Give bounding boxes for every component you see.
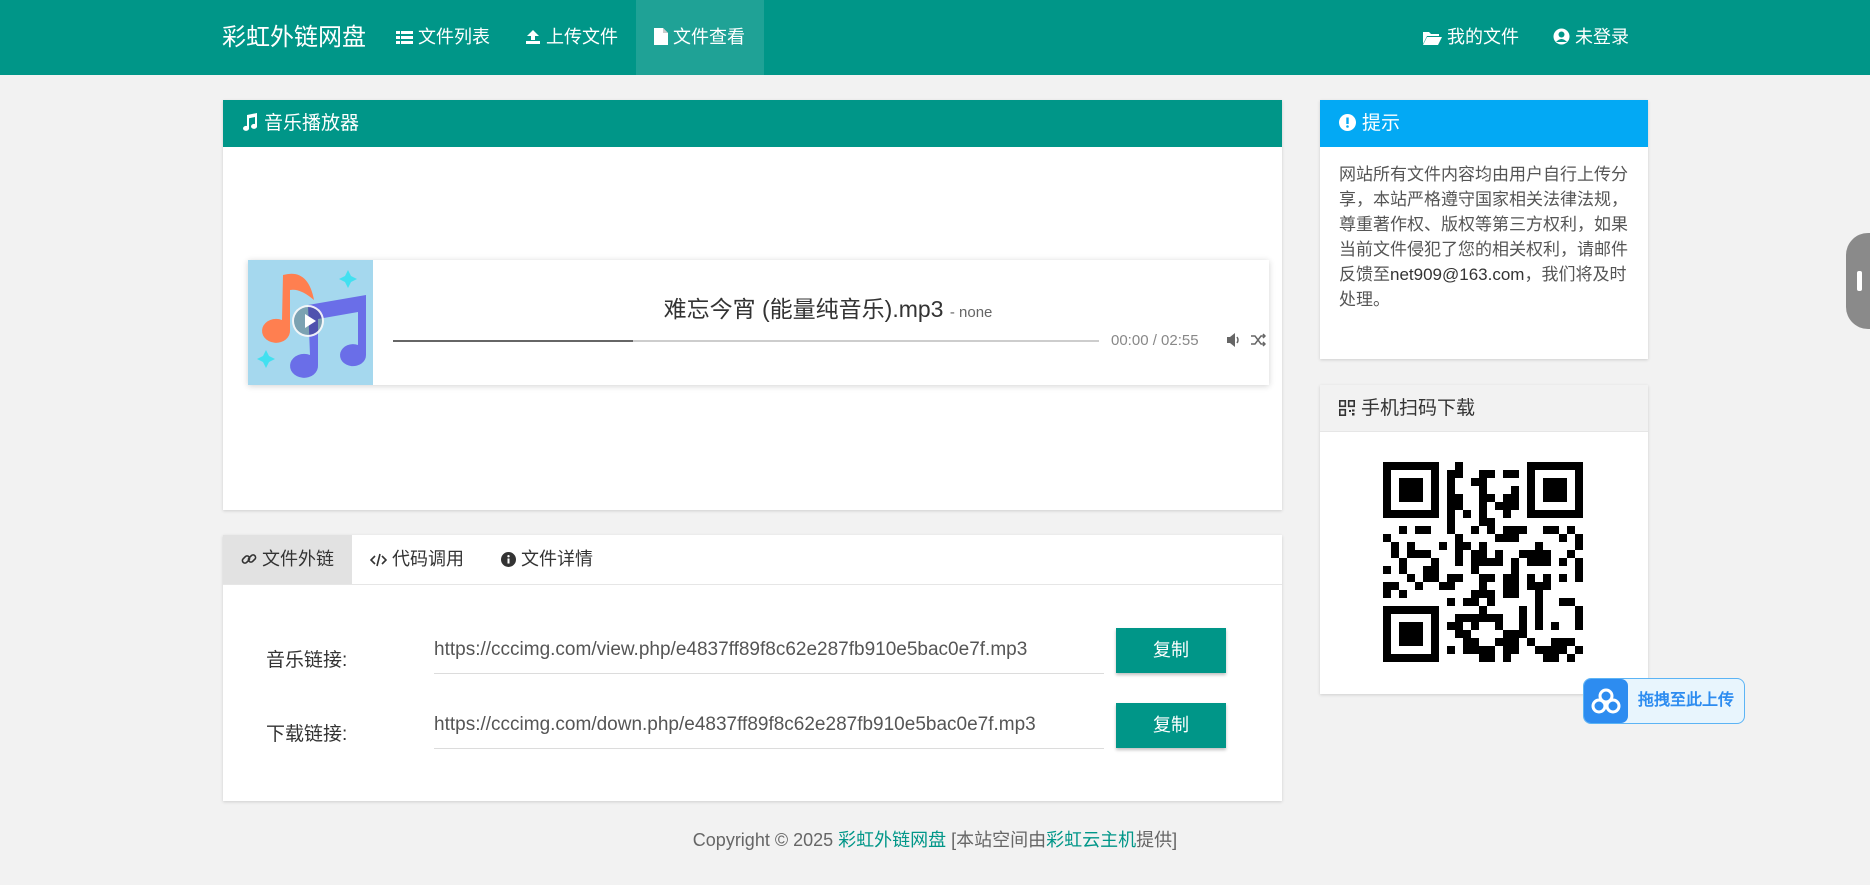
nav-my-files[interactable]: 我的文件 <box>1405 0 1537 75</box>
volume-icon[interactable] <box>1226 332 1242 348</box>
file-links-tabs: 文件外链 代码调用 文件详情 <box>223 535 1282 585</box>
play-button[interactable] <box>292 305 324 337</box>
cloud-upload-icon <box>1584 679 1628 723</box>
footer-middle: [本站空间由 <box>946 830 1047 850</box>
progress-bar[interactable] <box>393 340 1099 342</box>
drag-upload-widget[interactable]: 拖拽至此上传 <box>1583 678 1745 724</box>
nav-file-list-label: 文件列表 <box>418 27 490 47</box>
nav-file-list[interactable]: 文件列表 <box>378 0 508 75</box>
nav-file-view-label: 文件查看 <box>673 27 745 47</box>
qr-download-panel: 手机扫码下载 <box>1320 385 1648 694</box>
tab-code[interactable]: 代码调用 <box>352 535 482 584</box>
tab-file-link[interactable]: 文件外链 <box>223 535 352 584</box>
tip-content: 网站所有文件内容均由用户自行上传分享，本站严格遵守国家相关法律法规，尊重著作权、… <box>1320 147 1648 327</box>
time-display: 00:00 / 02:55 <box>1111 332 1199 349</box>
music-player-title: 音乐播放器 <box>264 113 360 134</box>
qr-header: 手机扫码下载 <box>1320 385 1648 432</box>
link-icon <box>241 554 257 564</box>
qr-code-image <box>1383 462 1583 662</box>
music-note-icon <box>243 113 258 131</box>
upload-icon <box>526 30 540 44</box>
nav-login-label: 未登录 <box>1575 27 1629 47</box>
file-links-panel: 文件外链 代码调用 文件详情 音乐链接: https://cccimg.com/… <box>223 535 1282 801</box>
music-player-panel: 音乐播放器 难忘今宵 (能量纯音乐).mp3 - none 00:00 / 02… <box>223 100 1282 510</box>
tab-file-link-label: 文件外链 <box>262 549 334 569</box>
nav-file-view[interactable]: 文件查看 <box>636 0 764 75</box>
qrcode-icon <box>1339 400 1355 416</box>
tab-code-label: 代码调用 <box>392 549 464 569</box>
nav-my-files-label: 我的文件 <box>1447 27 1519 47</box>
footer-suffix: 提供] <box>1136 830 1178 850</box>
shuffle-icon[interactable] <box>1250 332 1266 348</box>
file-icon <box>654 28 668 45</box>
qr-title: 手机扫码下载 <box>1361 398 1476 419</box>
audio-player: 难忘今宵 (能量纯音乐).mp3 - none 00:00 / 02:55 <box>248 260 1269 385</box>
code-icon <box>369 553 388 567</box>
copy-download-link-button[interactable]: 复制 <box>1116 703 1226 748</box>
track-title: 难忘今宵 (能量纯音乐).mp3 <box>663 296 944 322</box>
user-circle-icon <box>1553 28 1570 45</box>
exclamation-circle-icon <box>1339 114 1356 131</box>
list-icon <box>396 31 413 44</box>
tab-file-details-label: 文件详情 <box>521 549 593 569</box>
footer-site-link[interactable]: 彩虹外链网盘 <box>838 830 946 850</box>
download-link-label: 下载链接: <box>266 724 348 745</box>
tab-file-details[interactable]: 文件详情 <box>483 535 611 584</box>
download-link-field[interactable]: https://cccimg.com/down.php/e4837ff89f8c… <box>434 703 1104 749</box>
side-drawer-handle[interactable] <box>1846 233 1870 329</box>
folder-open-icon <box>1423 32 1442 45</box>
progress-buffered <box>393 340 634 342</box>
info-circle-icon <box>501 552 516 567</box>
tip-header: 提示 <box>1320 100 1648 147</box>
music-link-label: 音乐链接: <box>266 650 348 671</box>
track-info: 难忘今宵 (能量纯音乐).mp3 - none <box>388 290 1268 324</box>
nav-login[interactable]: 未登录 <box>1535 0 1647 75</box>
site-brand[interactable]: 彩虹外链网盘 <box>222 0 366 75</box>
nav-upload[interactable]: 上传文件 <box>507 0 636 75</box>
top-navbar: 彩虹外链网盘 文件列表 上传文件 文件查看 我的文件 未登录 <box>0 0 1870 75</box>
drag-upload-label: 拖拽至此上传 <box>1638 692 1735 709</box>
copy-music-link-button[interactable]: 复制 <box>1116 628 1226 673</box>
music-player-header: 音乐播放器 <box>223 100 1282 147</box>
album-cover <box>248 260 373 385</box>
footer-host-link[interactable]: 彩虹云主机 <box>1046 830 1136 850</box>
footer-copyright: Copyright © 2025 <box>692 830 839 850</box>
tip-title: 提示 <box>1362 113 1401 134</box>
footer: Copyright © 2025 彩虹外链网盘 [本站空间由彩虹云主机提供] <box>0 826 1870 852</box>
track-artist: - none <box>949 304 993 321</box>
tip-panel: 提示 网站所有文件内容均由用户自行上传分享，本站严格遵守国家相关法律法规，尊重著… <box>1320 100 1648 359</box>
contact-email[interactable]: net909@163.com <box>1390 265 1524 284</box>
music-link-field[interactable]: https://cccimg.com/view.php/e4837ff89f8c… <box>434 628 1104 674</box>
nav-upload-label: 上传文件 <box>546 27 618 47</box>
